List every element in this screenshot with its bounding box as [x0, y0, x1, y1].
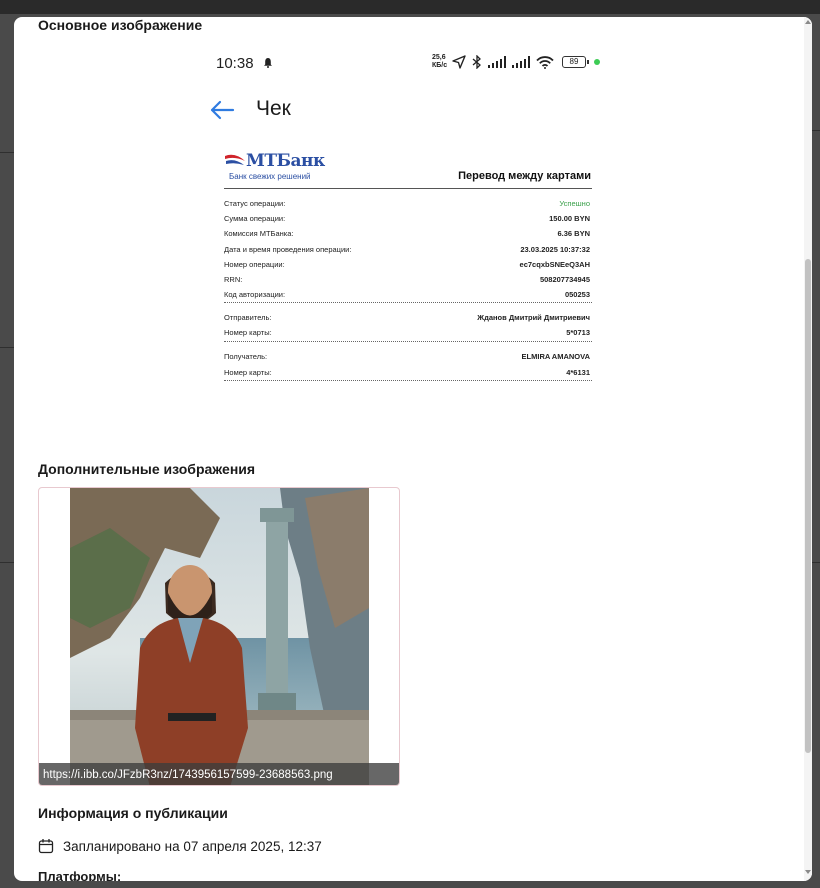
receipt-row-value: 050253	[564, 290, 590, 300]
receipt-row-label: Номер карты:	[224, 367, 272, 377]
receipt-row-label: Номер операции:	[224, 259, 285, 269]
bank-slogan: Банк свежих решений	[229, 172, 311, 181]
receipt-dotted-divider	[224, 380, 592, 381]
receipt-row: Номер карты: 4*6131	[224, 368, 592, 380]
additional-image	[70, 488, 369, 785]
net-speed-value: 25,6	[432, 54, 446, 61]
bank-name: МТБанк	[246, 151, 325, 171]
receipt-row-value: 6.36 BYN	[557, 229, 590, 239]
bell-icon	[264, 58, 272, 68]
scroll-down-icon[interactable]	[805, 870, 811, 874]
receipt-row-label: Статус операции:	[224, 199, 286, 208]
status-dot	[594, 59, 600, 65]
receipt-dotted-divider	[224, 341, 592, 342]
background-topbar	[0, 0, 820, 14]
scheduled-text: Запланировано на 07 апреля 2025, 12:37	[63, 838, 322, 854]
receipt-row-value: 508207734945	[539, 275, 590, 284]
receipt-row: Получатель: ELMIRA AMANOVA	[224, 352, 592, 364]
receipt-row-label: Получатель:	[224, 352, 268, 361]
location-arrow-icon	[452, 55, 466, 69]
publication-info-title: Информация о публикации	[38, 805, 228, 821]
receipt-row-value: Жданов Дмитрий Дмитриевич	[477, 313, 590, 322]
receipt-row: Отправитель: Жданов Дмитрий Дмитриевич	[224, 313, 592, 325]
signal-icon	[512, 56, 530, 68]
receipt-heading: Перевод между картами	[458, 170, 591, 182]
bluetooth-icon	[472, 55, 481, 69]
screen-title: Чек	[256, 97, 291, 120]
receipt-row-label: Код авторизации:	[224, 290, 286, 300]
bank-logo-icon	[225, 154, 245, 165]
receipt-row: Дата и время проведения операции: 23.03.2…	[224, 245, 592, 257]
receipt-row-label: Комиссия МТБанка:	[224, 229, 294, 239]
signal-icon	[488, 56, 506, 68]
receipt-row: RRN: 508207734945	[224, 275, 592, 287]
receipt-row-value: ELMIRA AMANOVA	[521, 352, 590, 361]
receipt-row-label: Сумма операции:	[224, 214, 286, 224]
main-image-receipt-screenshot[interactable]: 10:38 25,6 КБ/с 89 Чек МТБанк Банк свежи…	[204, 45, 614, 425]
receipt-dotted-divider	[224, 302, 592, 303]
net-speed-unit: КБ/с	[432, 62, 448, 69]
additional-images-title: Дополнительные изображения	[38, 461, 256, 477]
receipt-row-value: 5*0713	[566, 328, 590, 337]
wifi-icon	[536, 55, 554, 69]
receipt-row: Номер операции: ec7cqxbSNEeQ3AH	[224, 260, 592, 272]
receipt-divider	[224, 188, 592, 189]
net-speed: 25,6 КБ/с	[432, 54, 447, 70]
receipt-row: Статус операции: Успешно	[224, 199, 592, 211]
receipt-row-value: Успешно	[559, 199, 590, 208]
receipt-row-label: RRN:	[224, 275, 243, 284]
status-icons	[452, 53, 554, 71]
bank-logo: МТБанк Банк свежих решений	[224, 151, 325, 185]
receipt-row-label: Дата и время проведения операции:	[224, 244, 352, 254]
schedule-line: Запланировано на 07 апреля 2025, 12:37	[38, 836, 322, 856]
main-image-title: Основное изображение	[38, 17, 203, 33]
receipt-row-label: Номер карты:	[224, 328, 272, 337]
scroll-thumb[interactable]	[805, 259, 811, 753]
receipt-row-label: Отправитель:	[224, 313, 272, 322]
receipt-row-value: ec7cqxbSNEeQ3AH	[519, 259, 590, 269]
calendar-icon	[38, 839, 54, 854]
back-arrow-icon	[210, 100, 235, 120]
receipt-row: Номер карты: 5*0713	[224, 328, 592, 340]
receipt-row: Сумма операции: 150.00 BYN	[224, 214, 592, 226]
image-url-caption[interactable]: https://i.ibb.co/JFzbR3nz/1743956157599-…	[39, 763, 399, 785]
modal-scrollbar[interactable]	[804, 17, 812, 881]
receipt-row-value: 4*6131	[566, 367, 590, 377]
additional-image-card[interactable]: https://i.ibb.co/JFzbR3nz/1743956157599-…	[38, 487, 400, 786]
receipt-row: Комиссия МТБанка: 6.36 BYN	[224, 229, 592, 241]
status-time: 10:38	[216, 55, 254, 72]
battery-tip	[587, 60, 589, 64]
receipt-row-value: 150.00 BYN	[549, 214, 590, 224]
publication-details-modal: Основное изображение 10:38 25,6 КБ/с 89 …	[14, 17, 812, 881]
platforms-label: Платформы:	[38, 869, 122, 881]
receipt-row: Код авторизации: 050253	[224, 290, 592, 302]
battery-icon: 89	[562, 56, 586, 68]
receipt-row-value: 23.03.2025 10:37:32	[520, 244, 590, 254]
scroll-up-icon[interactable]	[805, 20, 811, 24]
